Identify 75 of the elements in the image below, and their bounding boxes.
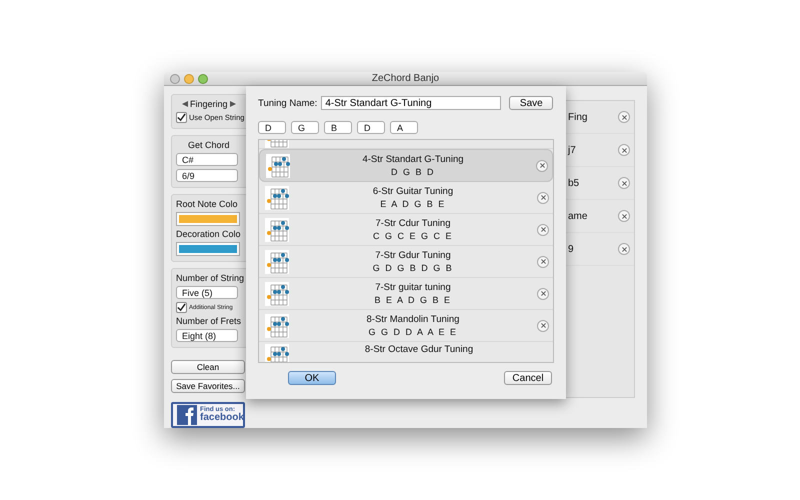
delete-icon[interactable] bbox=[618, 210, 630, 222]
color-label: Decoration Colo bbox=[176, 229, 242, 239]
delete-icon[interactable] bbox=[536, 160, 548, 172]
root-note-select[interactable]: C# bbox=[176, 153, 238, 166]
save-button[interactable]: Save bbox=[509, 96, 554, 110]
delete-icon[interactable] bbox=[537, 256, 549, 268]
pitch-select[interactable]: G bbox=[291, 121, 319, 134]
favorite-label: 9 bbox=[568, 244, 574, 254]
tuning-notes: E A D G B E bbox=[380, 198, 446, 210]
fretboard-icon bbox=[265, 218, 289, 242]
pitch-select[interactable]: D bbox=[357, 121, 385, 134]
tuning-name: 7-Str Gdur Tuning bbox=[375, 250, 451, 262]
tuning-row[interactable]: 7-Str Gdur Tuning G D G B D G B bbox=[259, 246, 553, 278]
tuning-row[interactable]: 8-Str Mandolin Tuning G G D D A A E E bbox=[259, 310, 553, 342]
tuning-name: 4-Str Standart G-Tuning bbox=[362, 154, 464, 166]
tuning-notes: D G B D bbox=[390, 166, 435, 178]
pitch-select[interactable]: B bbox=[324, 121, 352, 134]
tuning-name: 7-Str guitar tuning bbox=[375, 282, 451, 294]
tuning-notes: C G C E G C E bbox=[372, 230, 453, 242]
tuning-name: 7-Str Cdur Tuning bbox=[376, 218, 450, 230]
tuning-name: 6-Str Guitar Tuning bbox=[372, 186, 454, 198]
favorite-label: b5 bbox=[568, 178, 580, 188]
delete-icon[interactable] bbox=[537, 224, 549, 236]
color-well[interactable] bbox=[176, 242, 240, 256]
delete-icon[interactable] bbox=[618, 243, 630, 255]
badge-wordmark: facebook bbox=[200, 413, 244, 424]
push-button[interactable]: Save Favorites... bbox=[171, 379, 245, 393]
previous-arrow-icon[interactable] bbox=[182, 101, 188, 107]
cancel-button[interactable]: Cancel bbox=[504, 371, 552, 385]
delete-icon[interactable] bbox=[537, 192, 549, 204]
push-button[interactable]: Clean bbox=[171, 360, 245, 374]
window-title: ZeChord Banjo bbox=[372, 73, 440, 84]
tuning-row[interactable]: 4-Str Standart G-Tuning D G B D bbox=[259, 149, 553, 182]
next-arrow-icon[interactable] bbox=[230, 101, 236, 107]
fingering-label: Fingering bbox=[190, 99, 228, 109]
pitch-select[interactable]: A bbox=[390, 121, 418, 134]
tuning-row[interactable]: 8-Str Octave Gdur Tuning bbox=[259, 342, 553, 362]
zoom-button[interactable] bbox=[198, 74, 208, 84]
color-label: Root Note Colo bbox=[176, 199, 239, 209]
delete-icon[interactable] bbox=[537, 288, 549, 300]
tuning-name: 8-Str Mandolin Tuning bbox=[366, 314, 460, 326]
favorite-label: j7 bbox=[568, 144, 576, 156]
checkbox[interactable] bbox=[176, 112, 187, 123]
facebook-logo-icon bbox=[177, 405, 197, 425]
delete-icon[interactable] bbox=[618, 111, 630, 123]
group-title: Number of String bbox=[176, 273, 246, 283]
group-title: Number of Frets bbox=[176, 316, 242, 326]
favorite-label: Fing bbox=[568, 112, 588, 122]
fretboard-icon bbox=[265, 186, 289, 210]
fretboard-icon bbox=[265, 344, 289, 362]
tuning-notes: B E A D G B E bbox=[374, 294, 452, 306]
tuning-notes: G G D D A A E E bbox=[368, 326, 458, 338]
tuning-row[interactable]: 7-Str guitar tuning B E A D G B E bbox=[259, 278, 553, 310]
strings-select[interactable]: Five (5) bbox=[176, 286, 238, 299]
color-well[interactable] bbox=[176, 212, 240, 226]
tuning-notes: G D G B D G B bbox=[372, 262, 454, 274]
field-label: Tuning Name: bbox=[258, 98, 318, 108]
group-title: Get Chord bbox=[187, 140, 231, 150]
favorite-label: ame bbox=[568, 210, 588, 222]
chord-type-select[interactable]: 6/9 bbox=[176, 169, 238, 182]
tuning-row[interactable]: 6-Str Guitar Tuning E A D G B E bbox=[259, 182, 553, 214]
delete-icon[interactable] bbox=[537, 320, 549, 332]
ok-button[interactable]: OK bbox=[288, 371, 336, 385]
tuning-name: 8-Str Octave Gdur Tuning bbox=[364, 344, 474, 356]
tuning-name-field[interactable]: 4-Str Standart G-Tuning bbox=[321, 96, 502, 110]
fretboard-icon bbox=[265, 250, 289, 274]
pitch-select[interactable]: D bbox=[258, 121, 286, 134]
tuning-row[interactable]: 7-Str Cdur Tuning C G C E G C E bbox=[259, 214, 553, 246]
fretboard-icon bbox=[266, 154, 290, 178]
frets-select[interactable]: Eight (8) bbox=[176, 329, 238, 342]
delete-icon[interactable] bbox=[618, 177, 630, 189]
delete-icon[interactable] bbox=[618, 144, 630, 156]
checkbox[interactable] bbox=[176, 302, 187, 313]
fretboard-icon bbox=[265, 282, 289, 306]
fretboard-icon bbox=[265, 314, 289, 338]
